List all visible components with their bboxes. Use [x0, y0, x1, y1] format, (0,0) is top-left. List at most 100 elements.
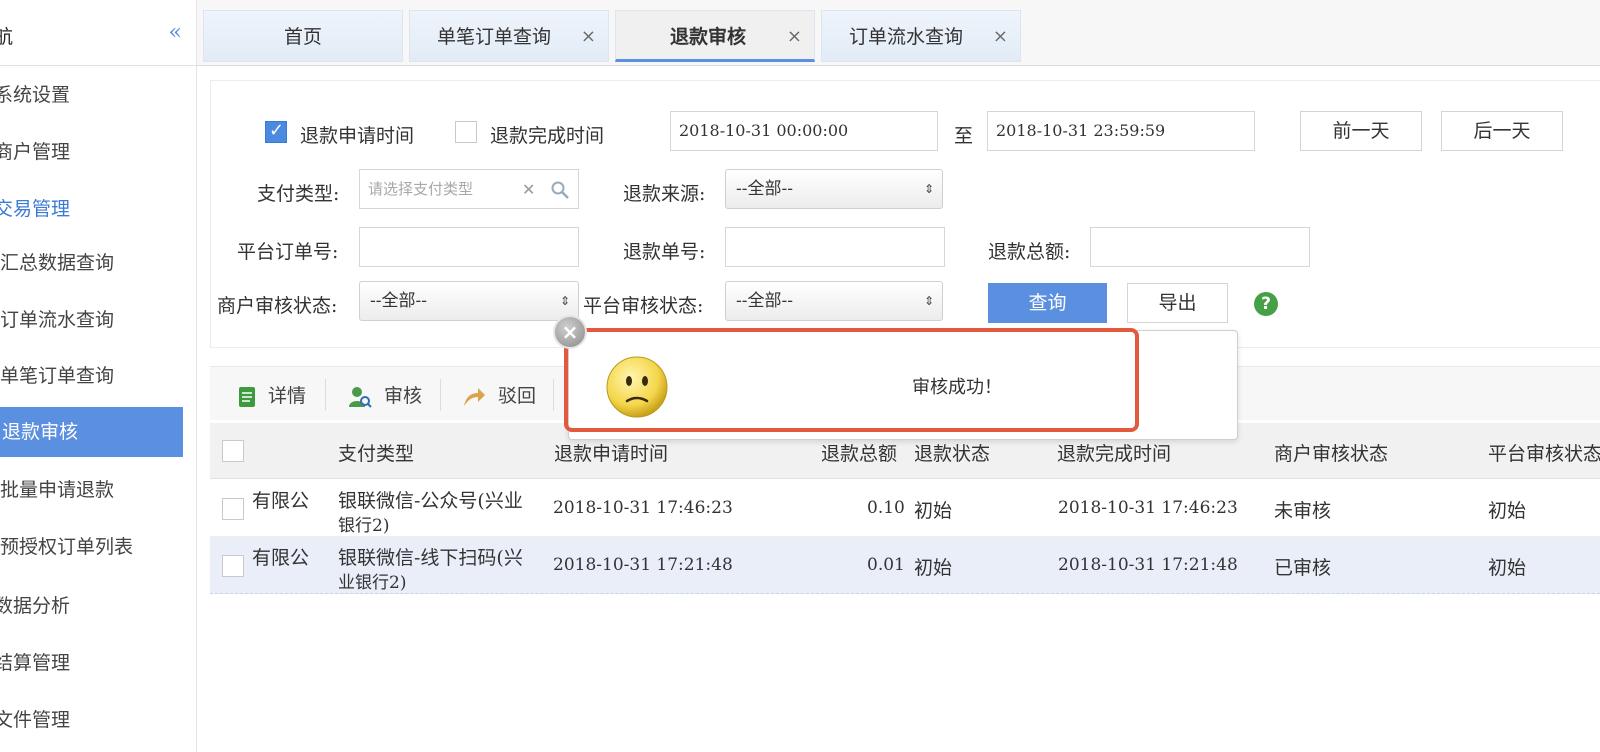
- refund-total-label: 退款总额:: [988, 241, 1071, 263]
- user-audit-icon: [349, 387, 372, 408]
- sidebar-title: 航: [0, 26, 14, 48]
- tab-single-order-query[interactable]: 单笔订单查询 ×: [409, 10, 609, 62]
- search-icon[interactable]: [550, 180, 570, 200]
- platform-audit-select[interactable]: --全部-- ⇕: [725, 281, 943, 321]
- column-header[interactable]: 退款申请时间: [554, 439, 668, 466]
- sidebar-item-batch-refund[interactable]: 批量申请退款: [0, 465, 183, 515]
- tab-label: 单笔订单查询: [436, 26, 551, 48]
- select-arrow-icon: ⇕: [923, 294, 934, 308]
- tab-label: 订单流水查询: [848, 26, 963, 48]
- platform-order-label: 平台订单号:: [237, 241, 339, 263]
- close-icon[interactable]: ×: [581, 11, 596, 63]
- collapse-icon[interactable]: «: [169, 20, 182, 45]
- complete-time-cell: 2018-10-31 17:46:23: [1058, 498, 1238, 518]
- merchant-audit-cell: 未审核: [1274, 500, 1332, 522]
- select-value: --全部--: [370, 291, 427, 311]
- platform-order-input[interactable]: [359, 227, 579, 267]
- tab-refund-audit[interactable]: 退款审核 ×: [615, 10, 815, 62]
- select-arrow-icon: ⇕: [923, 182, 934, 196]
- refund-source-select[interactable]: --全部-- ⇕: [725, 169, 943, 209]
- complete-time-label: 退款完成时间: [490, 125, 605, 147]
- refund-no-input[interactable]: [725, 227, 945, 267]
- sidebar-item-summary-query[interactable]: 汇总数据查询: [0, 238, 183, 288]
- pay-type-input[interactable]: 请选择支付类型: [359, 169, 579, 209]
- dialog-message: 审核成功！: [912, 377, 1002, 398]
- tab-home[interactable]: 首页: [203, 10, 403, 62]
- apply-time-checkbox[interactable]: [265, 120, 287, 143]
- platform-audit-label: 平台审核状态:: [583, 295, 704, 317]
- apply-time-cell: 2018-10-31 17:21:48: [553, 555, 733, 575]
- sidebar-item-merchant-management[interactable]: 商户管理: [0, 127, 177, 177]
- pay-type-cell-line2: 业银行2): [338, 573, 407, 593]
- sidebar-item-file-management[interactable]: 文件管理: [0, 695, 177, 745]
- column-header[interactable]: 退款状态: [914, 439, 990, 466]
- merchant-audit-select[interactable]: --全部-- ⇕: [359, 281, 579, 321]
- detail-button[interactable]: 详情: [238, 381, 306, 408]
- dialog-close-icon[interactable]: ×: [553, 315, 587, 349]
- merchant-audit-label: 商户审核状态:: [217, 295, 338, 317]
- row-checkbox[interactable]: [222, 555, 244, 577]
- close-icon[interactable]: ×: [993, 11, 1008, 63]
- start-time-input[interactable]: 2018-10-31 00:00:00: [670, 111, 938, 151]
- sidebar-item-system-settings[interactable]: 系统设置: [0, 70, 177, 120]
- refund-source-label: 退款来源:: [623, 183, 706, 205]
- tab-label: 退款审核: [669, 26, 746, 48]
- row-checkbox[interactable]: [222, 498, 244, 520]
- app-root: { "sidebar": { "title": "航", "collapse_i…: [0, 0, 1600, 752]
- prev-day-button[interactable]: 前一天: [1300, 111, 1422, 151]
- platform-audit-cell: 初始: [1488, 557, 1527, 579]
- sidebar-item-refund-audit[interactable]: 退款审核: [0, 407, 183, 457]
- export-button[interactable]: 导出: [1127, 283, 1228, 323]
- complete-time-cell: 2018-10-31 17:21:48: [1058, 555, 1238, 575]
- refund-no-label: 退款单号:: [623, 241, 706, 263]
- select-value: --全部--: [736, 291, 793, 311]
- reject-button[interactable]: 驳回: [462, 381, 536, 408]
- table-row[interactable]: 有限公 银联微信-线下扫码(兴 业银行2) 2018-10-31 17:21:4…: [210, 537, 1600, 594]
- pay-type-cell: 银联微信-线下扫码(兴: [338, 547, 523, 569]
- column-header[interactable]: 支付类型: [338, 439, 414, 466]
- merchant-cell: 有限公: [252, 490, 310, 512]
- refund-total-input[interactable]: [1090, 227, 1310, 267]
- toolbar-divider: [325, 379, 326, 411]
- column-header[interactable]: 平台审核状态: [1488, 439, 1600, 466]
- tab-order-flow-query[interactable]: 订单流水查询 ×: [821, 10, 1021, 62]
- sidebar-item-transaction-management[interactable]: 交易管理: [0, 184, 177, 234]
- platform-audit-cell: 初始: [1488, 500, 1527, 522]
- audit-button[interactable]: 审核: [348, 381, 422, 408]
- apply-time-cell: 2018-10-31 17:46:23: [553, 498, 733, 518]
- table-row[interactable]: 有限公 银联微信-公众号(兴业 银行2) 2018-10-31 17:46:23…: [210, 480, 1600, 537]
- tab-bar: 首页 单笔订单查询 × 退款审核 × 订单流水查询 ×: [197, 0, 1600, 66]
- pay-type-label: 支付类型:: [257, 183, 340, 205]
- help-icon[interactable]: ?: [1254, 292, 1278, 316]
- query-button[interactable]: 查询: [988, 283, 1107, 323]
- clear-icon[interactable]: ✕: [522, 180, 535, 199]
- sidebar-item-data-analysis[interactable]: 数据分析: [0, 581, 177, 631]
- status-cell: 初始: [914, 557, 953, 579]
- audit-label: 审核: [384, 385, 423, 407]
- end-time-input[interactable]: 2018-10-31 23:59:59: [987, 111, 1255, 151]
- column-header[interactable]: 退款总额: [821, 439, 897, 466]
- sidebar-item-preauth-orders[interactable]: 预授权订单列表: [0, 522, 183, 572]
- document-icon: [239, 387, 255, 407]
- to-label: 至: [954, 125, 974, 147]
- reject-label: 驳回: [498, 385, 537, 407]
- sidebar-item-order-flow-query[interactable]: 订单流水查询: [0, 295, 183, 345]
- sidebar-item-settlement[interactable]: 结算管理: [0, 638, 177, 688]
- column-header[interactable]: 商户审核状态: [1274, 439, 1388, 466]
- column-header[interactable]: 退款完成时间: [1057, 439, 1171, 466]
- tab-label: 首页: [283, 26, 322, 48]
- close-icon[interactable]: ×: [787, 11, 802, 63]
- apply-time-label: 退款申请时间: [300, 125, 415, 147]
- status-cell: 初始: [914, 500, 953, 522]
- amount-cell: 0.01: [867, 555, 905, 575]
- sad-face-icon: [606, 356, 668, 418]
- sidebar-item-single-order-query[interactable]: 单笔订单查询: [0, 351, 183, 401]
- select-all-checkbox[interactable]: [222, 440, 244, 462]
- amount-cell: 0.10: [867, 498, 905, 518]
- next-day-button[interactable]: 后一天: [1441, 111, 1563, 151]
- complete-time-checkbox[interactable]: [455, 121, 477, 143]
- sidebar: 航 « 系统设置 商户管理 交易管理 汇总数据查询 订单流水查询 单笔订单查询 …: [0, 0, 197, 752]
- reply-arrow-icon: [464, 388, 485, 406]
- sidebar-header: 航 «: [0, 0, 196, 66]
- pay-type-cell: 银联微信-公众号(兴业: [338, 490, 523, 512]
